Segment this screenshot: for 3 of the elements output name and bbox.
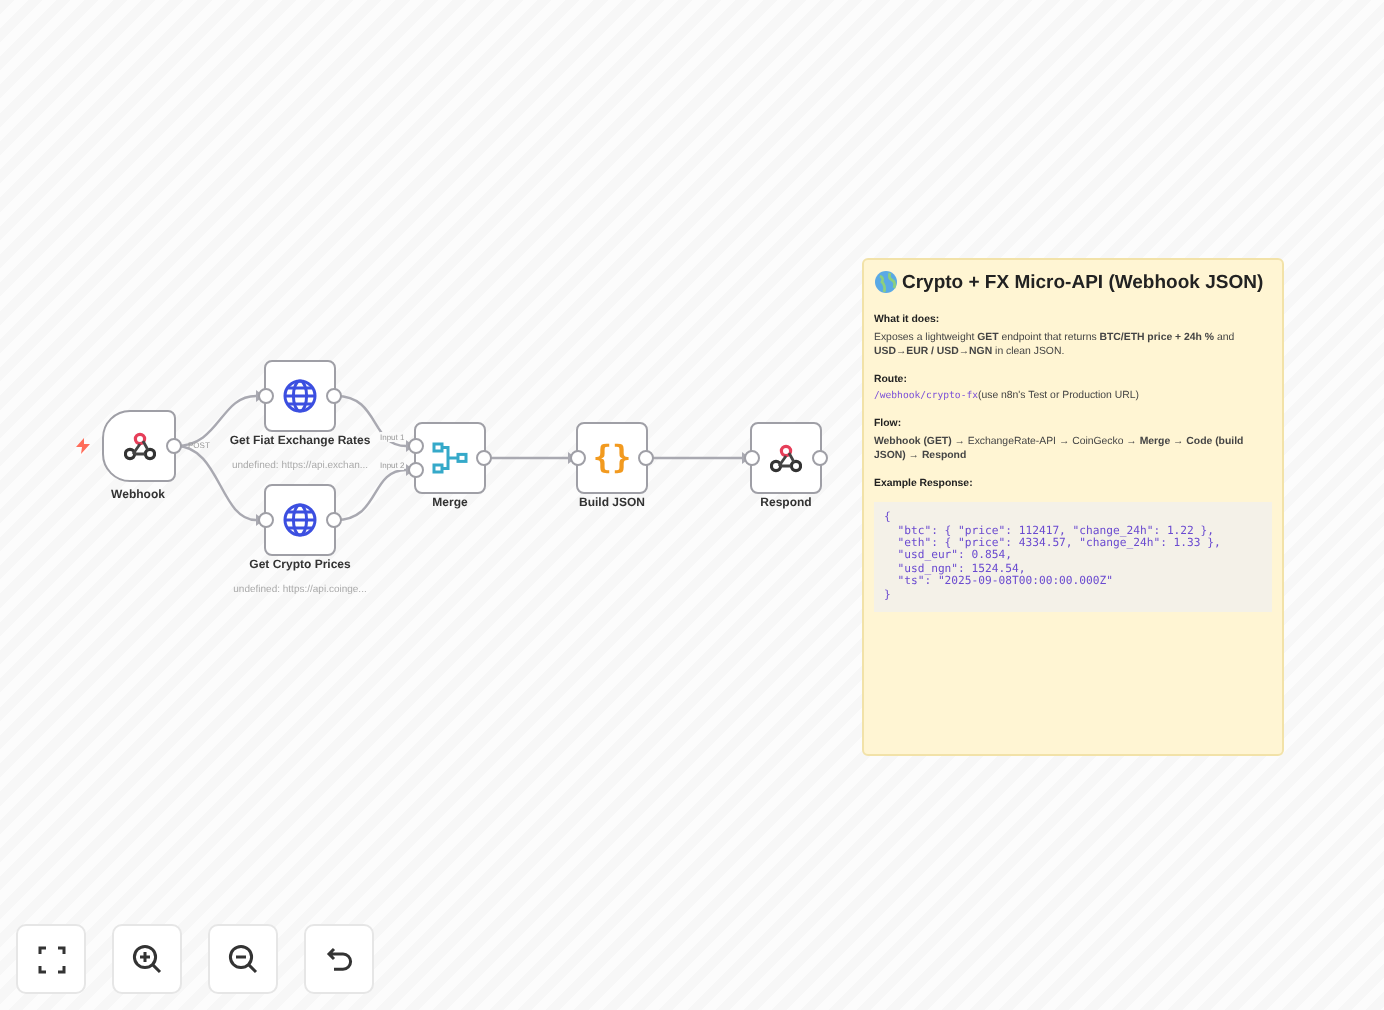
note-title: Crypto + FX Micro-API (Webhook JSON)	[902, 271, 1264, 293]
braces-icon: {}	[592, 442, 632, 474]
workflow-node[interactable]: {}	[576, 422, 648, 494]
